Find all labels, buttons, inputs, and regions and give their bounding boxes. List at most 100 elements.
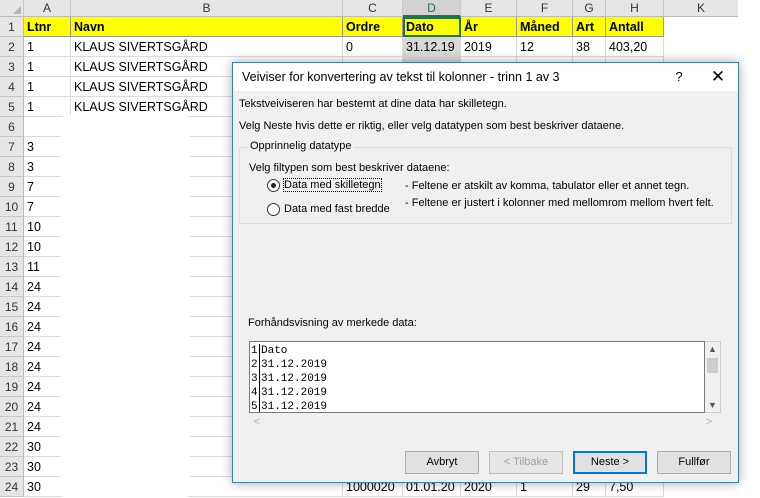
intro-text-2: Velg Neste hvis dette er riktig, eller v… <box>239 120 625 132</box>
row-header[interactable]: 16 <box>0 317 24 337</box>
row-header[interactable]: 15 <box>0 297 24 317</box>
row-header[interactable]: 10 <box>0 197 24 217</box>
scroll-left-icon[interactable]: < <box>251 415 263 429</box>
preview-line-text: 31.12.2019 <box>261 359 328 371</box>
preview-line-number: 3 <box>250 372 260 386</box>
row-header[interactable]: 18 <box>0 357 24 377</box>
row-header[interactable]: 11 <box>0 217 24 237</box>
row-header[interactable]: 8 <box>0 157 24 177</box>
original-datatype-group: Opprinnelig datatype Velg filtypen som b… <box>239 140 732 224</box>
preview-line: 5 31.12.2019 <box>250 400 328 413</box>
cell-dato[interactable]: 31.12.19 <box>403 37 461 57</box>
header-cell-maned[interactable]: Måned <box>517 17 573 37</box>
row-header[interactable]: 22 <box>0 437 24 457</box>
header-cell-ordre[interactable]: Ordre <box>343 17 403 37</box>
select-all-corner[interactable] <box>0 0 24 17</box>
row-header[interactable]: 17 <box>0 337 24 357</box>
row-header[interactable]: 12 <box>0 237 24 257</box>
column-header-a[interactable]: A <box>24 0 71 17</box>
cell-antall[interactable]: 403,20 <box>606 37 664 57</box>
row-header[interactable]: 21 <box>0 417 24 437</box>
row-header[interactable]: 24 <box>0 477 24 497</box>
preview-line-text: 31.12.2019 <box>261 373 328 385</box>
scroll-down-icon[interactable]: ▼ <box>705 398 720 412</box>
group-prompt: Velg filtypen som best beskriver dataene… <box>249 162 450 174</box>
row-header[interactable]: 5 <box>0 97 24 117</box>
radio-delimited[interactable] <box>267 179 280 192</box>
header-cell-ltnr[interactable]: Ltnr <box>24 17 71 37</box>
preview-line-number: 2 <box>250 358 260 372</box>
column-header-b[interactable]: B <box>71 0 343 17</box>
cell-maned[interactable]: 12 <box>517 37 573 57</box>
next-button[interactable]: Neste > <box>573 451 647 474</box>
header-cell-navn[interactable]: Navn <box>71 17 343 37</box>
row-header[interactable]: 14 <box>0 277 24 297</box>
preview-line-text: Dato <box>261 345 288 357</box>
header-cell-antall[interactable]: Antall <box>606 17 664 37</box>
column-header-g[interactable]: G <box>573 0 606 17</box>
header-row: Ltnr Navn Ordre Dato År Måned Art Antall <box>24 17 760 37</box>
preview-line-text: 31.12.2019 <box>261 387 328 399</box>
help-button[interactable]: ? <box>667 67 691 87</box>
row-header[interactable]: 4 <box>0 77 24 97</box>
preview-line-number: 1 <box>250 344 260 358</box>
preview-line-text: 31.12.2019 <box>261 401 328 413</box>
cell-navn[interactable]: KLAUS SIVERTSGÅRD <box>71 37 343 57</box>
column-header-k[interactable]: K <box>664 0 738 17</box>
preview-line: 2 31.12.2019 <box>250 358 327 372</box>
preview-line: 3 31.12.2019 <box>250 372 327 386</box>
radio-fixed-width-desc: - Feltene er justert i kolonner med mell… <box>405 197 714 209</box>
column-header-c[interactable]: C <box>343 0 403 17</box>
table-row: 1 KLAUS SIVERTSGÅRD 0 31.12.19 2019 12 38 403,2… <box>24 37 760 57</box>
redaction-mask <box>60 115 190 498</box>
column-header-d[interactable]: D <box>403 0 461 17</box>
column-header-f[interactable]: F <box>517 0 573 17</box>
preview-vertical-scrollbar[interactable]: ▲ ▼ <box>705 341 721 413</box>
row-header[interactable]: 6 <box>0 117 24 137</box>
cell-ltnr[interactable]: 1 <box>24 57 71 77</box>
scroll-thumb[interactable] <box>707 358 718 373</box>
intro-text-1: Tekstveiviseren har bestemt at dine data… <box>239 98 507 110</box>
radio-fixed-width[interactable] <box>267 203 280 216</box>
column-header-e[interactable]: E <box>461 0 517 17</box>
row-header[interactable]: 1 <box>0 17 24 37</box>
close-button[interactable]: ✕ <box>701 65 735 89</box>
row-header[interactable]: 2 <box>0 37 24 57</box>
preview-line: 1 Dato <box>250 344 287 358</box>
dialog-titlebar[interactable]: Veiviser for konvertering av tekst til k… <box>233 63 738 91</box>
cell-ltnr[interactable]: 1 <box>24 97 71 117</box>
cell-ordre[interactable]: 0 <box>343 37 403 57</box>
preview-line-number: 5 <box>250 400 260 412</box>
row-header[interactable]: 3 <box>0 57 24 77</box>
row-header[interactable]: 9 <box>0 177 24 197</box>
header-cell-ar[interactable]: År <box>461 17 517 37</box>
preview-box[interactable]: 1 Dato 2 31.12.2019 3 31.12.2019 4 31.12.201… <box>249 341 705 413</box>
row-header[interactable]: 19 <box>0 377 24 397</box>
preview-horizontal-scrollbar[interactable]: < > <box>249 415 721 429</box>
cell-art[interactable]: 38 <box>573 37 606 57</box>
preview-label: Forhåndsvisning av merkede data: <box>248 317 417 329</box>
preview-line-number: 4 <box>250 386 260 400</box>
scroll-up-icon[interactable]: ▲ <box>705 342 720 356</box>
cell-ltnr[interactable]: 1 <box>24 37 71 57</box>
finish-button[interactable]: Fullfør <box>657 451 731 474</box>
column-header-h[interactable]: H <box>606 0 664 17</box>
row-header[interactable]: 7 <box>0 137 24 157</box>
row-header[interactable]: 13 <box>0 257 24 277</box>
radio-delimited-desc: - Feltene er atskilt av komma, tabulator… <box>405 180 690 192</box>
row-header[interactable]: 23 <box>0 457 24 477</box>
cell-ar[interactable]: 2019 <box>461 37 517 57</box>
preview-line: 4 31.12.2019 <box>250 386 327 400</box>
header-cell-art[interactable]: Art <box>573 17 606 37</box>
radio-fixed-width-label[interactable]: Data med fast bredde <box>284 203 390 215</box>
text-to-columns-dialog: Veiviser for konvertering av tekst til k… <box>232 62 739 483</box>
group-legend: Opprinnelig datatype <box>248 140 354 152</box>
cancel-button[interactable]: Avbryt <box>405 451 479 474</box>
back-button[interactable]: < Tilbake <box>489 451 563 474</box>
dialog-title: Veiviser for konvertering av tekst til k… <box>242 70 560 84</box>
scroll-right-icon[interactable]: > <box>703 415 715 429</box>
row-header[interactable]: 20 <box>0 397 24 417</box>
cell-ltnr[interactable]: 1 <box>24 77 71 97</box>
radio-delimited-label[interactable]: Data med skilletegn <box>283 178 382 192</box>
header-cell-dato[interactable]: Dato <box>403 17 461 37</box>
